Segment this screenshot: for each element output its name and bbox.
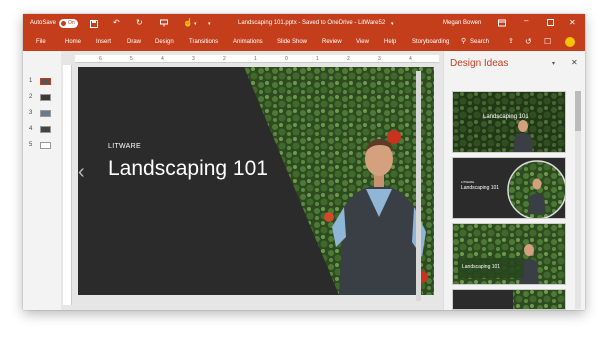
tab-draw[interactable]: Draw — [127, 39, 141, 45]
save-icon[interactable] — [90, 20, 98, 30]
thumb-number: 3 — [29, 110, 33, 116]
history-icon[interactable]: ↺ — [525, 38, 532, 46]
slide-thumbnail-4[interactable] — [40, 126, 51, 133]
tab-file[interactable]: File — [36, 39, 46, 45]
ruler-tick: 1 — [316, 56, 319, 62]
toggle-knob — [61, 21, 66, 26]
scrollbar-thumb[interactable] — [575, 91, 581, 131]
idea-title: Landscaping 101 — [483, 114, 529, 120]
present-icon[interactable] — [160, 19, 168, 29]
tab-help[interactable]: Help — [384, 39, 396, 45]
ruler-tick: 5 — [130, 56, 133, 62]
ribbon-tabs: File Home Insert Draw Design Transitions… — [23, 34, 585, 51]
design-idea-4[interactable] — [452, 289, 566, 310]
horizontal-ruler: 6 5 4 3 2 1 0 1 2 3 4 — [75, 55, 439, 63]
ruler-tick: 0 — [285, 56, 288, 62]
slide-thumbnail-1[interactable] — [40, 78, 51, 85]
ruler-tick: 3 — [192, 56, 195, 62]
idea-title: Landscaping 101 — [461, 185, 500, 191]
maximize-icon[interactable] — [547, 19, 554, 28]
tab-slide-show[interactable]: Slide Show — [277, 39, 307, 45]
thumb-number: 1 — [29, 78, 33, 84]
canvas-scrollbar[interactable] — [416, 71, 421, 301]
tab-animations[interactable]: Animations — [233, 39, 263, 45]
undo-icon[interactable]: ↶ — [113, 19, 120, 27]
vertical-ruler — [63, 65, 72, 305]
tab-transitions[interactable]: Transitions — [189, 39, 218, 45]
ruler-tick: 6 — [99, 56, 102, 62]
ruler-tick: 3 — [378, 56, 381, 62]
design-ideas-pane: Design Ideas ▾ ✕ Landscaping 101 LITWARE… — [443, 51, 585, 310]
customize-icon[interactable]: ▾ — [208, 20, 211, 28]
juggler-photo — [244, 67, 434, 295]
ruler-tick: 4 — [161, 56, 164, 62]
ribbon-display-icon[interactable] — [498, 19, 506, 29]
design-idea-thumbnail — [453, 224, 565, 284]
search-icon[interactable]: ⚲ — [461, 38, 466, 46]
slide-editing-canvas[interactable]: 6 5 4 3 2 1 0 1 2 3 4 ‹ LITWARE Landscap… — [61, 51, 443, 310]
design-idea-thumbnail — [453, 290, 565, 309]
user-name[interactable]: Megan Bowen — [443, 20, 481, 26]
slide-brand-text[interactable]: LITWARE — [108, 143, 141, 150]
slide-thumbnail-3[interactable] — [40, 110, 51, 117]
thumb-number: 4 — [29, 126, 33, 132]
current-slide[interactable]: ‹ LITWARE Landscaping 101 — [78, 67, 434, 295]
idea-title: Landscaping 101 — [462, 264, 501, 270]
tab-review[interactable]: Review — [322, 39, 342, 45]
close-icon[interactable]: ✕ — [569, 19, 576, 27]
design-idea-3[interactable]: Landscaping 101 — [452, 223, 566, 285]
title-dropdown-icon[interactable]: ▾ — [391, 20, 394, 28]
redo-icon[interactable]: ↻ — [136, 19, 143, 27]
ruler-tick: 2 — [223, 56, 226, 62]
design-idea-thumbnail — [453, 92, 565, 152]
slide-thumbnail-2[interactable] — [40, 94, 51, 101]
pane-scrollbar[interactable] — [575, 91, 581, 309]
autosave-toggle[interactable]: On — [59, 19, 78, 28]
previous-slide-arrow-icon[interactable]: ‹ — [78, 161, 85, 184]
tab-view[interactable]: View — [356, 39, 369, 45]
slide-thumbnail-5[interactable] — [40, 142, 51, 149]
tab-design[interactable]: Design — [155, 39, 174, 45]
feedback-smiley-icon[interactable] — [565, 37, 575, 47]
slide-thumbnails-pane: 1 2 3 4 5 — [23, 51, 61, 310]
document-title[interactable]: Landscaping 101.pptx - Saved to OneDrive… — [238, 20, 385, 26]
search-box[interactable]: Search — [470, 39, 489, 45]
autosave-label: AutoSave — [30, 20, 57, 26]
design-idea-2[interactable]: LITWARE Landscaping 101 — [452, 157, 566, 219]
idea-brand: LITWARE — [461, 180, 475, 184]
ruler-tick: 1 — [254, 56, 257, 62]
tab-insert[interactable]: Insert — [96, 39, 111, 45]
tab-home[interactable]: Home — [65, 39, 81, 45]
design-ideas-title: Design Ideas — [450, 58, 509, 69]
comments-icon[interactable]: ☐ — [544, 38, 551, 46]
title-bar: AutoSave On ↶ ↻ ☝ ▾ ▾ Landscaping 101.pp… — [23, 14, 585, 34]
minimize-icon[interactable]: – — [524, 17, 528, 25]
tab-storyboarding[interactable]: Storyboarding — [412, 39, 449, 45]
pane-close-icon[interactable]: ✕ — [571, 58, 578, 67]
share-icon[interactable]: ⇪ — [508, 38, 514, 46]
touch-dropdown-icon[interactable]: ▾ — [194, 20, 197, 28]
ruler-tick: 4 — [409, 56, 412, 62]
design-idea-1[interactable]: Landscaping 101 — [452, 91, 566, 153]
autosave-state: On — [68, 20, 75, 26]
thumb-number: 5 — [29, 142, 33, 148]
thumb-number: 2 — [29, 94, 33, 100]
slide-title[interactable]: Landscaping 101 — [108, 157, 268, 181]
ruler-tick: 2 — [347, 56, 350, 62]
powerpoint-window: AutoSave On ↶ ↻ ☝ ▾ ▾ Landscaping 101.pp… — [23, 14, 585, 310]
pane-options-icon[interactable]: ▾ — [552, 60, 555, 67]
touch-mode-icon[interactable]: ☝ — [183, 19, 193, 27]
